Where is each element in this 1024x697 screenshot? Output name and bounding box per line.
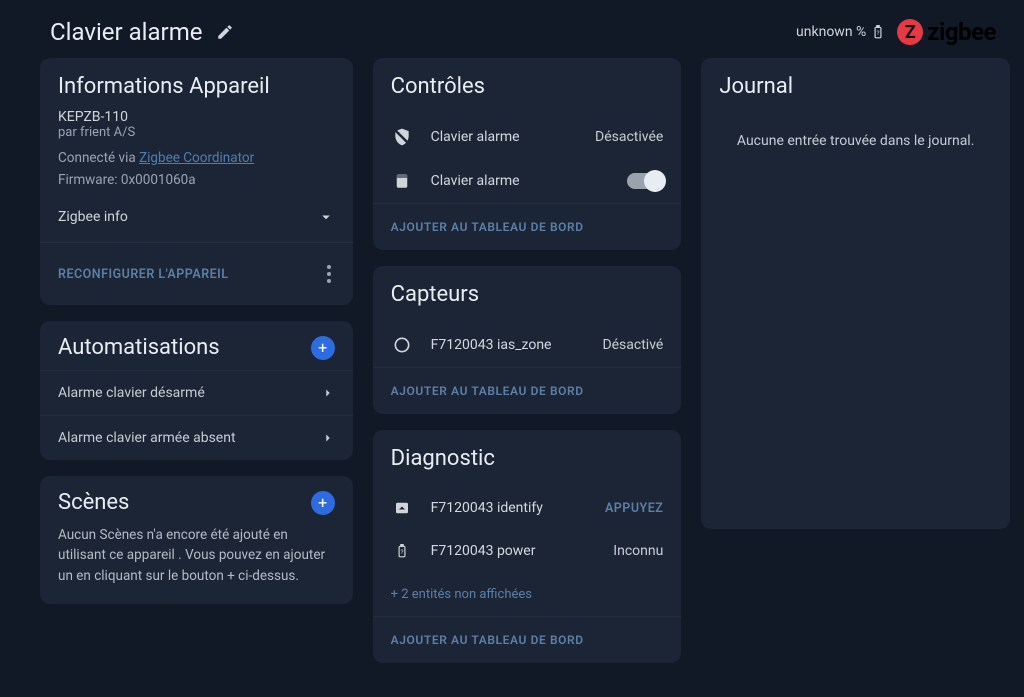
diagnostic-item: F7120043 identify APPUYEZ (373, 487, 682, 529)
chevron-right-icon (321, 431, 335, 445)
journal-title: Journal (719, 74, 992, 99)
automation-item[interactable]: Alarme clavier armée absent (40, 415, 353, 460)
zigbee-info-expand[interactable]: Zigbee info (58, 202, 335, 226)
control-item[interactable]: Clavier alarme (373, 159, 682, 203)
circle-outline-icon (391, 335, 413, 355)
automations-title: Automatisations (58, 335, 220, 360)
add-to-dashboard-button[interactable]: AJOUTER AU TABLEAU DE BORD (373, 616, 682, 663)
device-info-title: Informations Appareil (58, 74, 335, 99)
diagnostic-state: Inconnu (613, 543, 663, 559)
automations-card: Automatisations + Alarme clavier désarmé… (40, 321, 353, 460)
sensor-state: Désactivé (602, 337, 663, 353)
automation-label: Alarme clavier désarmé (58, 385, 205, 401)
add-scene-button[interactable]: + (311, 491, 335, 515)
battery-unknown-icon: ? (871, 22, 885, 42)
device-firmware: Firmware: 0x0001060a (58, 172, 335, 188)
scenes-card: Scènes + Aucun Scènes n'a encore été ajo… (40, 476, 353, 604)
chevron-down-icon (317, 208, 335, 226)
panel-icon (391, 171, 413, 191)
device-info-card: Informations Appareil KEPZB-110 par frie… (40, 58, 353, 305)
diagnostic-item[interactable]: ? F7120043 power Inconnu (373, 529, 682, 573)
controls-title: Contrôles (391, 74, 664, 99)
svg-text:?: ? (877, 29, 880, 37)
battery-status: unknown % ? (796, 22, 885, 42)
automation-label: Alarme clavier armée absent (58, 430, 236, 446)
sensor-name: F7120043 ias_zone (431, 337, 552, 353)
reconfigure-button[interactable]: RECONFIGURER L'APPAREIL (58, 267, 229, 282)
chevron-right-icon (321, 386, 335, 400)
zigbee-info-label: Zigbee info (58, 209, 128, 225)
zigbee-wordmark: zigbee (927, 18, 996, 46)
diagnostic-title: Diagnostic (391, 446, 664, 471)
coordinator-link[interactable]: Zigbee Coordinator (139, 150, 254, 166)
device-model: KEPZB-110 (58, 109, 335, 125)
control-state: Désactivée (595, 129, 663, 145)
control-toggle[interactable] (627, 173, 663, 189)
journal-empty-text: Aucune entrée trouvée dans le journal. (701, 109, 1010, 529)
shield-off-icon (391, 127, 413, 147)
automation-item[interactable]: Alarme clavier désarmé (40, 370, 353, 415)
diagnostic-card: Diagnostic F7120043 identify APPUYEZ ? F… (373, 430, 682, 663)
control-name: Clavier alarme (431, 129, 520, 145)
sensors-card: Capteurs F7120043 ias_zone Désactivé AJO… (373, 266, 682, 414)
device-menu-button[interactable] (323, 261, 335, 287)
battery-unknown-icon: ? (391, 541, 413, 561)
page-title: Clavier alarme (50, 18, 202, 46)
zigbee-logo: Z zigbee (897, 18, 996, 46)
add-to-dashboard-button[interactable]: AJOUTER AU TABLEAU DE BORD (373, 367, 682, 414)
zigbee-mark-icon: Z (897, 19, 923, 45)
journal-card: Journal Aucune entrée trouvée dans le jo… (701, 58, 1010, 529)
page-header: Clavier alarme unknown % ? Z zigbee (0, 0, 1024, 58)
add-to-dashboard-button[interactable]: AJOUTER AU TABLEAU DE BORD (373, 203, 682, 250)
device-connection: Connecté via Zigbee Coordinator (58, 150, 335, 166)
sensor-item[interactable]: F7120043 ias_zone Désactivé (373, 323, 682, 367)
diagnostic-name: F7120043 identify (431, 500, 543, 516)
control-item[interactable]: Clavier alarme Désactivée (373, 115, 682, 159)
edit-icon[interactable] (216, 23, 234, 41)
controls-card: Contrôles Clavier alarme Désactivée Clav… (373, 58, 682, 250)
add-automation-button[interactable]: + (311, 336, 335, 360)
scenes-empty-text: Aucun Scènes n'a encore été ajouté en ut… (40, 525, 353, 604)
sensors-title: Capteurs (391, 282, 664, 307)
svg-text:?: ? (400, 548, 403, 556)
diagnostic-name: F7120043 power (431, 543, 536, 559)
identify-icon (391, 499, 413, 517)
identify-press-button[interactable]: APPUYEZ (605, 501, 663, 516)
scenes-title: Scènes (58, 490, 129, 515)
show-hidden-entities[interactable]: + 2 entités non affichées (373, 573, 682, 616)
device-manufacturer: par frient A/S (58, 125, 335, 140)
control-name: Clavier alarme (431, 173, 520, 189)
battery-text: unknown % (796, 24, 866, 40)
